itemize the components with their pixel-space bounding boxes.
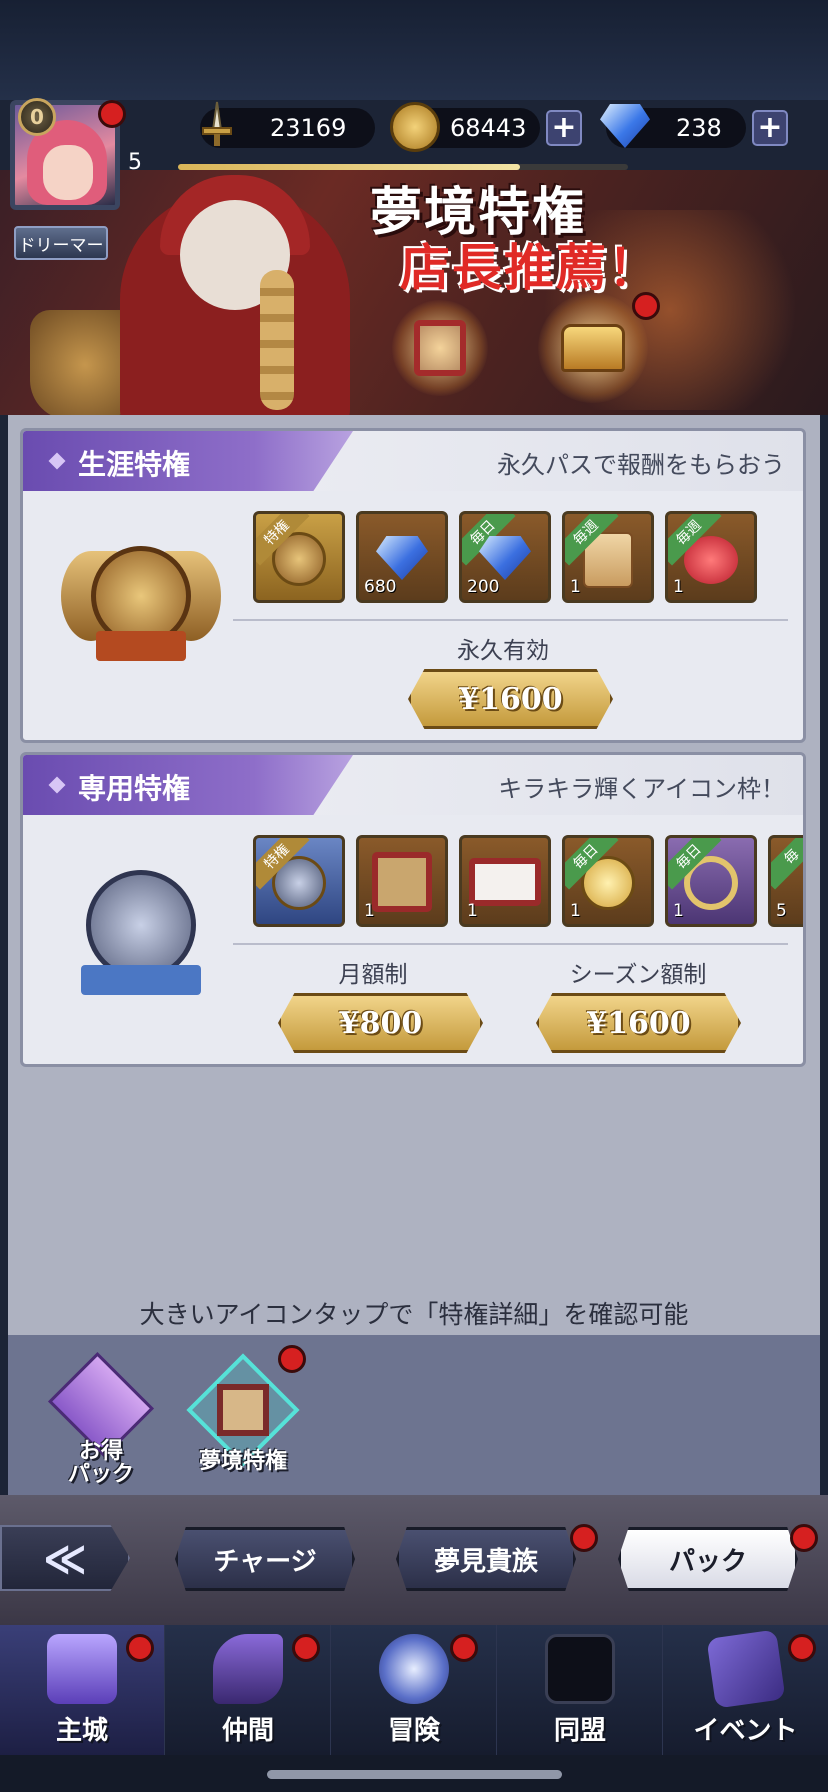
exclusive-pass-subtitle: キラキラ輝くアイコン枠！	[498, 775, 785, 803]
reward-item-daily-medal[interactable]: 毎日 1	[562, 835, 654, 927]
lifetime-pass-badge-icon[interactable]	[61, 521, 221, 671]
nav-label: 仲間	[221, 1716, 274, 1746]
reward-item-privilege-crest[interactable]: 特権	[253, 511, 345, 603]
power-value: 23169	[270, 114, 347, 142]
divider	[233, 943, 788, 945]
reward-item-anchor-crest[interactable]: 特権	[253, 835, 345, 927]
lifetime-pass-card: 生涯特権 永久パスで報酬をもらおう 特権 680 毎日 200 毎週 1 毎週 …	[20, 428, 806, 743]
reward-item-gems[interactable]: 680	[356, 511, 448, 603]
nav-label: 冒険	[387, 1716, 440, 1746]
exclusive-pass-badge-icon[interactable]	[61, 845, 221, 1005]
cards-icon	[705, 1629, 786, 1709]
nav-notification-dot	[450, 1634, 478, 1662]
pack-notification-dot	[790, 1524, 818, 1552]
gem-icon	[479, 536, 531, 580]
season-price-button[interactable]: ¥1600	[536, 993, 741, 1053]
witch-hat-icon	[213, 1634, 283, 1704]
reward-item-daily-ring[interactable]: 毎日 1	[665, 835, 757, 927]
item-quantity: 5	[776, 901, 787, 921]
reward-item-avatar-frame[interactable]: 1	[356, 835, 448, 927]
add-gold-button[interactable]: +	[546, 110, 582, 146]
lifetime-pass-tab: 生涯特権	[23, 431, 353, 491]
dream-noble-notification-dot	[570, 1524, 598, 1552]
exclusive-pass-title: 専用特権	[78, 772, 191, 805]
nav-notification-dot	[788, 1634, 816, 1662]
gold-coin-icon	[390, 102, 440, 152]
top-sky-background	[0, 0, 828, 100]
dream-privilege-label: 夢境特権	[198, 1448, 287, 1474]
nav-notification-dot	[292, 1634, 320, 1662]
reward-item-name-frame[interactable]: 1	[459, 835, 551, 927]
item-quantity: 200	[467, 577, 500, 597]
reward-item-weekly-orb[interactable]: 毎週 1	[665, 511, 757, 603]
season-plan-label: シーズン額制	[569, 962, 707, 988]
item-quantity: 1	[467, 901, 478, 921]
item-quantity: 680	[364, 577, 397, 597]
reward-item-weekly-scroll[interactable]: 毎週 1	[562, 511, 654, 603]
tab-dream-noble[interactable]: 夢見貴族	[396, 1527, 576, 1591]
divider	[233, 619, 788, 621]
reward-item-daily-gems[interactable]: 毎日 200	[459, 511, 551, 603]
nav-label: イベント	[693, 1716, 798, 1746]
castle-icon	[47, 1634, 117, 1704]
gem-icon	[376, 536, 428, 580]
banner-frame-reward-icon[interactable]	[392, 300, 488, 396]
banner-notification-dot	[632, 292, 660, 320]
gold-value: 68443	[450, 114, 527, 142]
hint-text: 大きいアイコンタップで「特権詳細」を確認可能	[139, 1300, 689, 1329]
monthly-price-button[interactable]: ¥800	[278, 993, 483, 1053]
item-quantity: 1	[570, 901, 581, 921]
pack-category-row: お得 パック 夢境特権	[8, 1335, 820, 1495]
compass-icon	[379, 1634, 449, 1704]
nav-notification-dot	[126, 1634, 154, 1662]
lock-icon	[545, 1634, 615, 1704]
experience-bar	[178, 164, 628, 170]
character-illustration	[90, 170, 350, 415]
avatar-frame-icon	[372, 852, 432, 912]
avatar-notification-dot	[98, 100, 126, 128]
home-indicator[interactable]	[267, 1770, 562, 1779]
player-title-badge: ドリーマー	[14, 226, 108, 260]
category-notification-dot	[278, 1345, 306, 1373]
nav-label: 主城	[55, 1716, 108, 1746]
nav-alliance[interactable]: 同盟	[498, 1625, 663, 1755]
experience-fill	[178, 164, 520, 170]
back-button[interactable]: ≪	[0, 1525, 130, 1591]
tab-pack[interactable]: パック	[618, 1527, 798, 1591]
lifetime-pass-title: 生涯特権	[78, 448, 191, 481]
item-quantity: 1	[570, 577, 581, 597]
lifetime-pass-header: 生涯特権 永久パスで報酬をもらおう	[23, 431, 803, 491]
name-frame-icon	[469, 858, 541, 906]
exclusive-pass-card: 専用特権 キラキラ輝くアイコン枠！ 特権 1 1 毎日 1 毎日 1 毎 5 月…	[20, 752, 806, 1067]
item-quantity: 1	[364, 901, 375, 921]
item-quantity: 1	[673, 901, 684, 921]
sword-icon	[195, 100, 239, 148]
gem-value: 238	[676, 114, 722, 142]
exclusive-pass-header: 専用特権 キラキラ輝くアイコン枠！	[23, 755, 803, 815]
monthly-plan-label: 月額制	[338, 962, 408, 988]
item-quantity: 1	[673, 577, 684, 597]
lifetime-price-button[interactable]: ¥1600	[408, 669, 613, 729]
add-gem-button[interactable]: +	[752, 110, 788, 146]
lifetime-duration-label: 永久有効	[457, 638, 549, 664]
nav-label: 同盟	[553, 1716, 606, 1746]
player-level: 5	[128, 150, 142, 175]
value-pack-label: お得 パック	[67, 1438, 134, 1488]
item-ribbon: 毎	[771, 838, 803, 890]
lifetime-pass-subtitle: 永久パスで報酬をもらおう	[497, 451, 785, 479]
tab-charge[interactable]: チャージ	[175, 1527, 355, 1591]
player-rank-badge: 0	[18, 98, 56, 136]
reward-item-partial[interactable]: 毎 5	[768, 835, 803, 927]
banner-title-line2: 店長推薦！	[400, 238, 660, 297]
exclusive-pass-tab: 専用特権	[23, 755, 353, 815]
